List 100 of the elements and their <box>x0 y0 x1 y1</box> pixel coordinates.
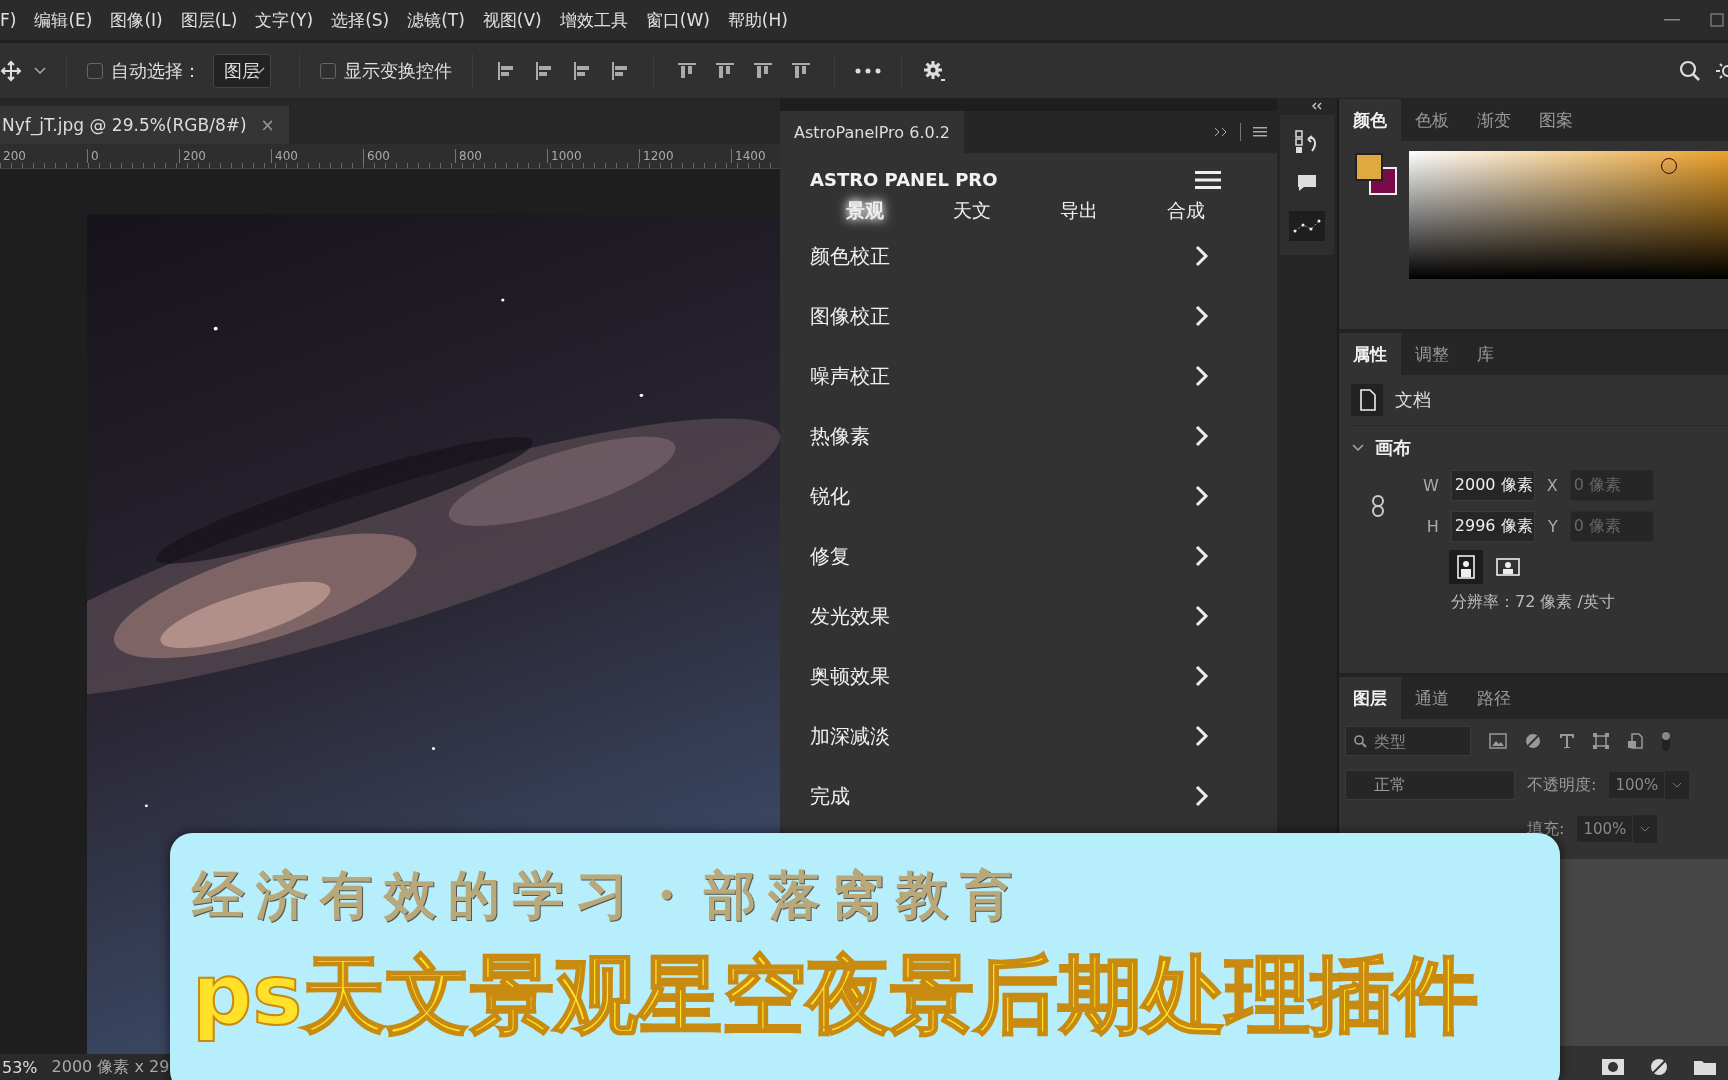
document-icon <box>1351 384 1383 416</box>
adjustment-icon[interactable] <box>1650 1058 1668 1076</box>
mask-icon[interactable] <box>1602 1059 1624 1075</box>
opacity-field[interactable]: 100% <box>1608 771 1666 799</box>
fill-field[interactable]: 100% <box>1576 815 1634 843</box>
menu-item[interactable]: 增效工具 <box>550 8 637 32</box>
type-filter-icon[interactable] <box>1559 733 1575 749</box>
chevron-right-icon[interactable] <box>1195 245 1209 267</box>
field-label: Y <box>1547 517 1558 536</box>
target-dropdown[interactable]: 图层 <box>213 53 271 88</box>
comment-icon[interactable] <box>1296 173 1318 193</box>
menu-item[interactable]: 锐化 <box>810 482 850 510</box>
chevron-right-icon[interactable] <box>1195 605 1209 627</box>
auto-select-checkbox[interactable] <box>87 62 103 79</box>
zoom-level: 53% <box>2 1057 38 1077</box>
menu-item[interactable]: 奥顿效果 <box>810 662 890 690</box>
input-field[interactable]: 2996 像素 <box>1450 511 1535 542</box>
menu-item[interactable]: 颜色校正 <box>810 242 890 270</box>
menu-item[interactable]: 发光效果 <box>810 602 890 630</box>
folder-icon[interactable] <box>1694 1059 1716 1075</box>
menu-item[interactable]: 图层(L) <box>171 8 247 32</box>
panel-tab[interactable]: 图层 <box>1339 677 1401 719</box>
chevron-right-icon[interactable] <box>1195 725 1209 747</box>
minimize-icon[interactable] <box>1664 18 1680 22</box>
adjustment-filter-icon[interactable] <box>1525 733 1541 749</box>
chevron-right-icon[interactable] <box>1195 785 1209 807</box>
panel-tab[interactable]: 渐变 <box>1463 99 1525 141</box>
field-label: X <box>1546 476 1558 495</box>
expand-icon[interactable] <box>1214 127 1228 137</box>
document-info: 2000 像素 x 29 <box>51 1056 170 1078</box>
panel-tab[interactable]: 颜色 <box>1339 99 1401 141</box>
menu-icon[interactable] <box>1195 169 1221 190</box>
search-icon[interactable] <box>1353 734 1367 748</box>
chevron-icon[interactable] <box>1351 443 1365 453</box>
smart-object-filter-icon[interactable] <box>1627 733 1643 749</box>
banner-title: ps天文景观星空夜景后期处理插件 <box>192 945 1479 1046</box>
document-tab[interactable]: Nyf_jT.jpg @ 29.5%(RGB/8#) × <box>0 106 289 144</box>
auto-select-label: 自动选择： <box>111 58 201 83</box>
chevron-right-icon[interactable] <box>1195 365 1209 387</box>
panel-tab[interactable]: 库 <box>1463 333 1508 375</box>
astro-tab[interactable]: 天文 <box>949 196 995 226</box>
caret-icon[interactable] <box>34 66 46 75</box>
menu-item[interactable]: 滤镜(T) <box>398 8 474 32</box>
show-transform-label: 显示变换控件 <box>344 58 452 83</box>
chevron-right-icon[interactable] <box>1195 545 1209 567</box>
maximize-icon[interactable] <box>1710 13 1724 27</box>
menu-item[interactable]: 完成 <box>810 782 850 810</box>
more-icon[interactable] <box>855 67 881 74</box>
toggle-icon[interactable] <box>1661 730 1671 752</box>
menu-item[interactable]: 选择(S) <box>322 8 399 32</box>
menu-item[interactable]: 修复 <box>810 542 850 570</box>
color-swatches-icon[interactable] <box>1353 151 1399 197</box>
input-field[interactable]: 2000 像素 <box>1450 470 1535 501</box>
settings-icon[interactable] <box>922 58 946 83</box>
menu-item[interactable]: 图像校正 <box>810 302 890 330</box>
panel-tab[interactable]: 属性 <box>1339 333 1401 375</box>
shape-filter-icon[interactable] <box>1593 733 1609 749</box>
panel-heading: ASTRO PANEL PRO <box>810 169 998 190</box>
color-field[interactable] <box>1409 151 1728 279</box>
collapse-icon[interactable] <box>1311 102 1323 110</box>
portrait-icon[interactable] <box>1449 550 1483 584</box>
menu-item[interactable]: 帮助(H) <box>718 8 797 32</box>
blend-mode-dropdown[interactable]: 正常 <box>1345 770 1515 800</box>
panel-tab[interactable]: 调整 <box>1401 333 1463 375</box>
panel-menu-icon[interactable] <box>1253 127 1267 137</box>
chevron-right-icon[interactable] <box>1195 305 1209 327</box>
move-tool-icon[interactable] <box>0 59 22 82</box>
astro-tab[interactable]: 导出 <box>1056 196 1102 226</box>
opacity-label: 不透明度: <box>1527 774 1597 796</box>
filter-field[interactable]: 类型 <box>1345 726 1471 756</box>
menu-item[interactable]: 窗口(W) <box>636 8 719 32</box>
field-label: H <box>1425 517 1439 536</box>
chevron-right-icon[interactable] <box>1195 485 1209 507</box>
section-title: 画布 <box>1375 436 1411 460</box>
resolution-text: 分辨率：72 像素 /英寸 <box>1450 591 1616 613</box>
menu-item[interactable]: 加深减淡 <box>810 722 890 750</box>
menu-item[interactable]: F) <box>0 10 26 30</box>
panel-tab[interactable]: 色板 <box>1401 99 1463 141</box>
banner-subtitle: 经济有效的学习・部落窝教育 <box>192 864 1025 927</box>
field-label: W <box>1423 476 1439 495</box>
menu-item[interactable]: 热像素 <box>810 422 870 450</box>
menu-item[interactable]: 图像(I) <box>101 8 172 32</box>
chevron-right-icon[interactable] <box>1195 665 1209 687</box>
search-icon[interactable] <box>1678 58 1702 83</box>
image-filter-icon[interactable] <box>1489 733 1507 749</box>
panel-tab[interactable]: AstroPanelPro 6.0.2 <box>780 111 964 153</box>
menu-item[interactable]: 视图(V) <box>473 8 551 32</box>
panel-tab[interactable]: 通道 <box>1401 677 1463 719</box>
panel-tab[interactable]: 路径 <box>1463 677 1525 719</box>
ruler: 200 0 200 400 600 800 1000 1200 1400 <box>0 144 780 169</box>
constellation-icon[interactable] <box>1289 211 1325 241</box>
astro-tab[interactable]: 合成 <box>1163 196 1209 226</box>
menu-item[interactable]: 噪声校正 <box>810 362 890 390</box>
chevron-right-icon[interactable] <box>1195 425 1209 447</box>
menu-item[interactable]: 文字(Y) <box>246 8 323 32</box>
menu-item[interactable]: 编辑(E) <box>25 8 102 32</box>
panel-tab[interactable]: 图案 <box>1525 99 1587 141</box>
astro-tab[interactable]: 景观 <box>842 196 888 226</box>
show-transform-checkbox[interactable] <box>320 62 336 79</box>
document-label: 文档 <box>1395 388 1431 412</box>
